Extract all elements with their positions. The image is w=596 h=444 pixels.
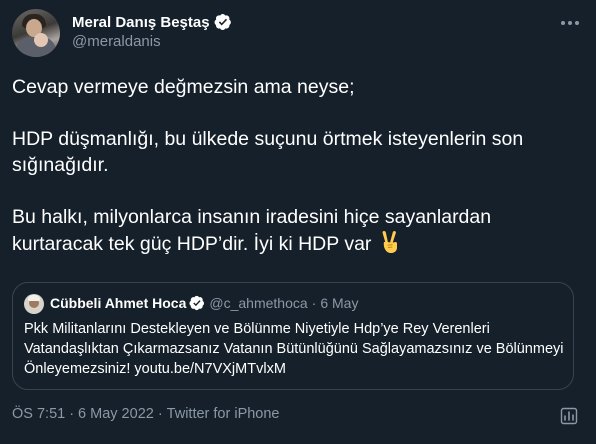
quoted-tweet-date: 6 May bbox=[320, 295, 359, 311]
more-options-icon[interactable] bbox=[558, 13, 582, 33]
author-avatar[interactable] bbox=[12, 9, 60, 57]
quoted-verified-badge-icon bbox=[189, 295, 205, 311]
quoted-author-handle: @c_ahmethoca bbox=[209, 295, 308, 311]
meta-separator: · bbox=[157, 406, 163, 422]
meta-separator: · bbox=[69, 406, 75, 422]
author-handle[interactable]: @meraldanis bbox=[72, 33, 161, 50]
tweet-time[interactable]: ÖS 7:51 bbox=[12, 406, 65, 422]
quoted-tweet-header: Cübbeli Ahmet Hoca @c_ahmethoca · 6 May bbox=[50, 295, 358, 311]
tweet-meta: ÖS 7:51 · 6 May 2022 · Twitter for iPhone bbox=[12, 406, 284, 422]
tweet-date[interactable]: 6 May 2022 bbox=[78, 406, 154, 422]
tweet-body: Cevap vermeye değmezsin ama neyse; HDP d… bbox=[12, 74, 584, 257]
tweet-source[interactable]: Twitter for iPhone bbox=[167, 406, 280, 422]
quoted-author-name: Cübbeli Ahmet Hoca bbox=[50, 295, 187, 311]
author-display-name[interactable]: Meral Danış Beştaş bbox=[72, 14, 210, 31]
quoted-tweet-card[interactable]: Cübbeli Ahmet Hoca @c_ahmethoca · 6 May … bbox=[12, 282, 574, 390]
quoted-author-avatar bbox=[24, 294, 44, 314]
quoted-separator: · bbox=[311, 295, 317, 311]
victory-hand-emoji-icon bbox=[382, 231, 397, 254]
tweet-text: Cevap vermeye değmezsin ama neyse; HDP d… bbox=[12, 76, 524, 255]
analytics-icon[interactable] bbox=[560, 407, 578, 425]
quoted-tweet-text: Pkk Militanlarını Destekleyen ve Bölünme… bbox=[24, 321, 564, 377]
verified-badge-icon bbox=[214, 13, 231, 31]
author-name-row: Meral Danış Beştaş bbox=[72, 13, 232, 31]
